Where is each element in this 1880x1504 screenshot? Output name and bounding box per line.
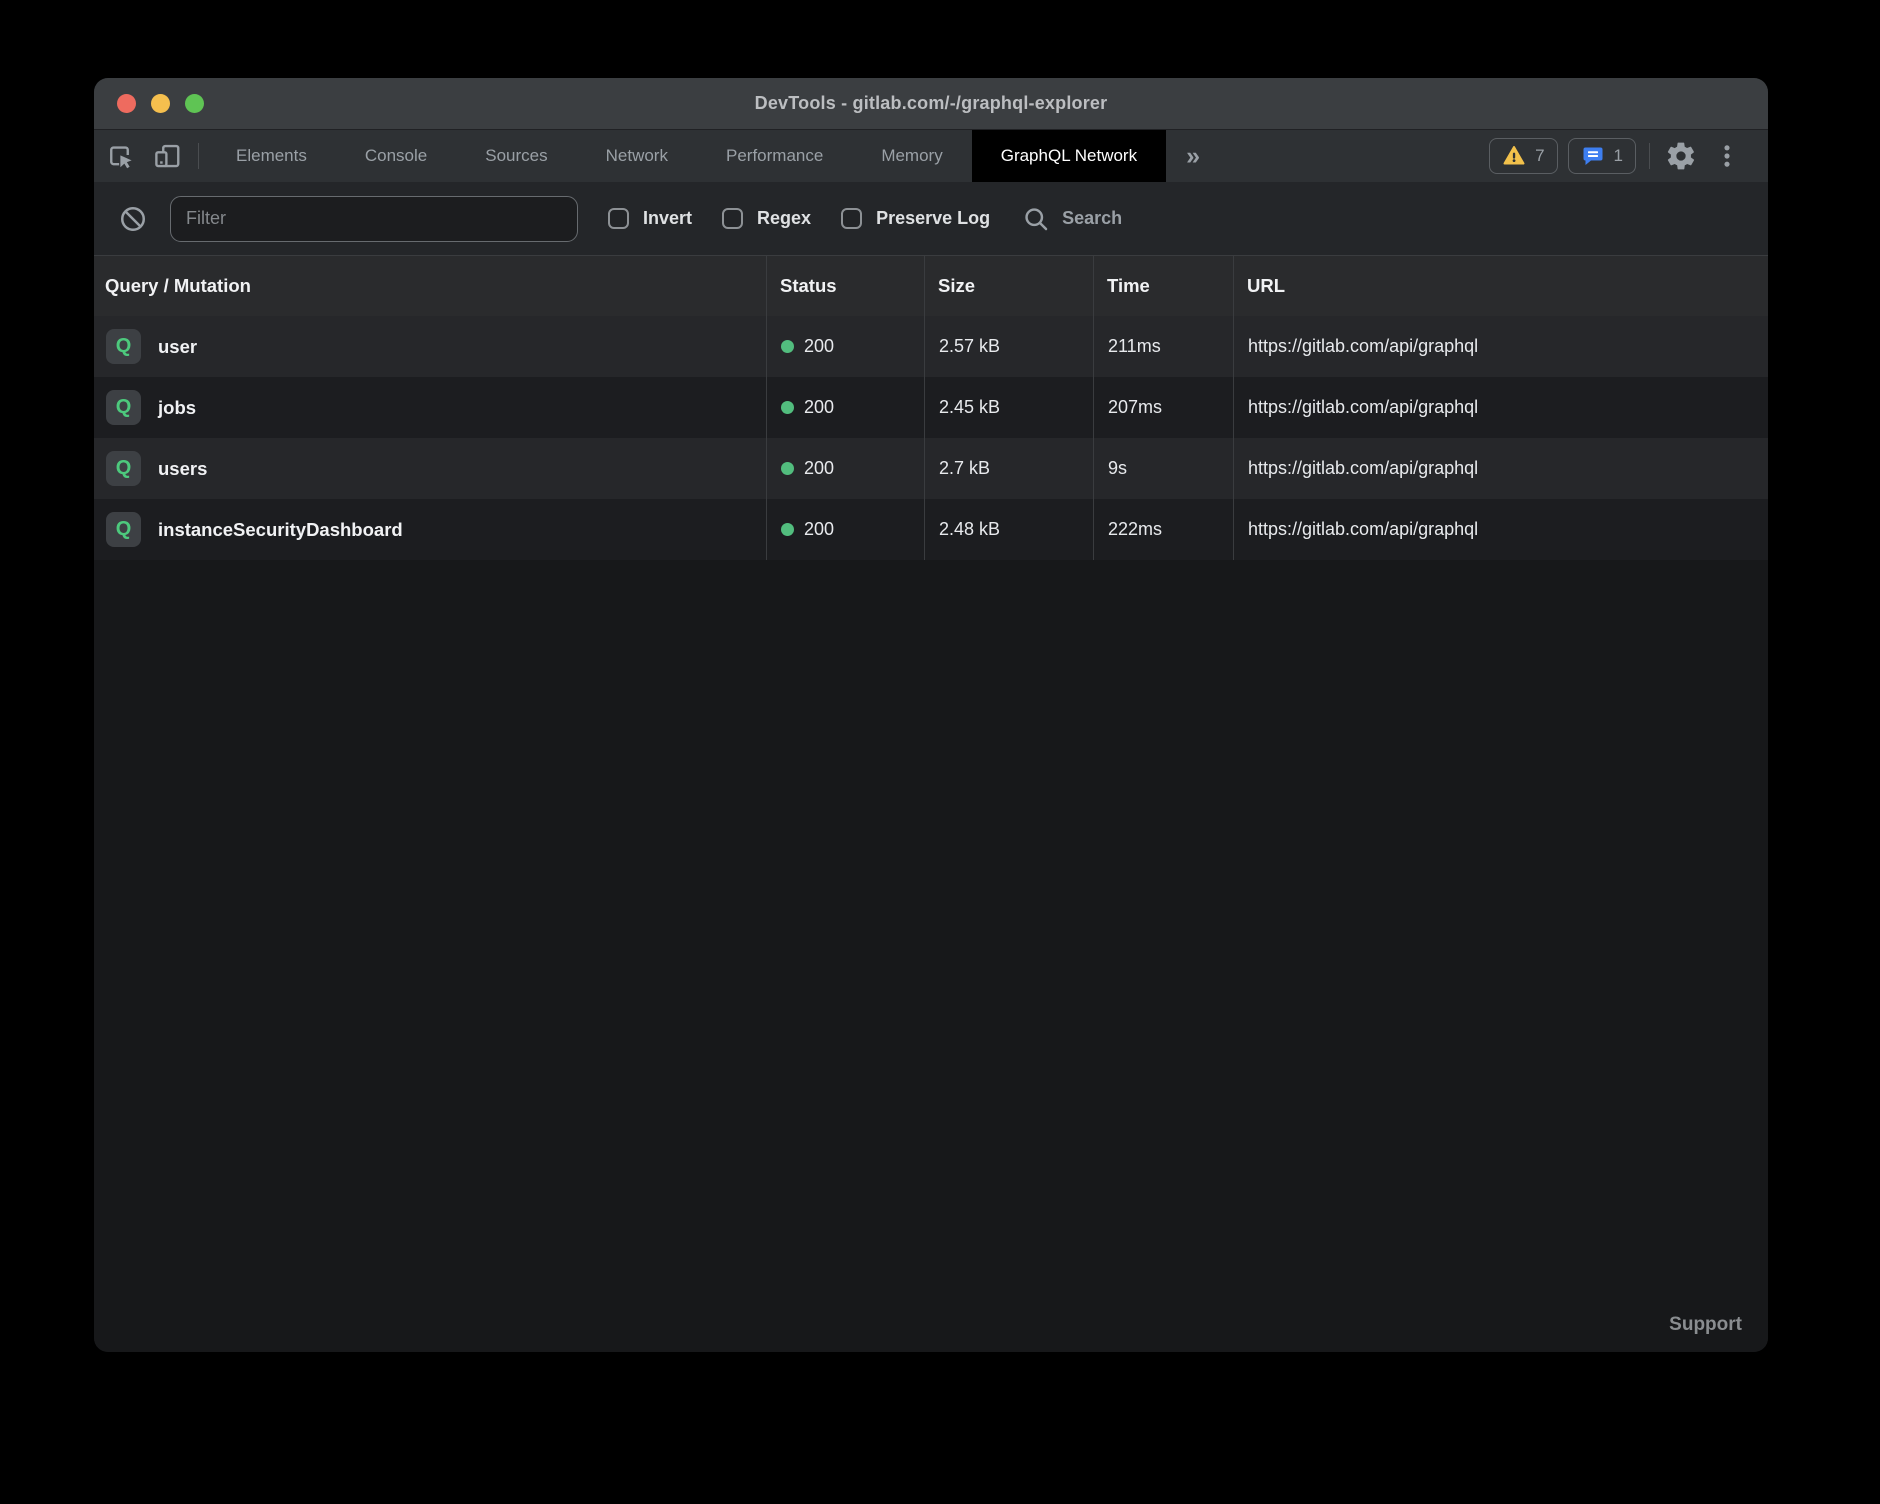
status-code: 200 xyxy=(804,397,834,418)
tab-graphql-network[interactable]: GraphQL Network xyxy=(972,130,1166,182)
search-control[interactable]: Search xyxy=(1022,205,1122,233)
kebab-menu-icon[interactable] xyxy=(1704,130,1750,182)
tab-network[interactable]: Network xyxy=(577,130,697,182)
query-type-badge: Q xyxy=(106,329,141,364)
response-size: 2.7 kB xyxy=(924,438,1093,499)
response-size: 2.48 kB xyxy=(924,499,1093,560)
regex-checkbox[interactable] xyxy=(722,208,743,229)
preserve-log-label: Preserve Log xyxy=(876,208,990,229)
tab-performance[interactable]: Performance xyxy=(697,130,852,182)
query-name: instanceSecurityDashboard xyxy=(158,519,403,541)
table-row[interactable]: Q jobs 200 2.45 kB 207ms https://gitlab.… xyxy=(94,377,1768,438)
minimize-window-button[interactable] xyxy=(151,94,170,113)
invert-checkbox-group[interactable]: Invert xyxy=(608,208,692,229)
response-size: 2.45 kB xyxy=(924,377,1093,438)
filter-input[interactable] xyxy=(170,196,578,242)
status-ok-dot xyxy=(781,523,794,536)
query-name: users xyxy=(158,458,207,480)
response-time: 207ms xyxy=(1093,377,1233,438)
tab-memory[interactable]: Memory xyxy=(852,130,971,182)
support-link[interactable]: Support xyxy=(1669,1314,1742,1336)
filter-toolbar: Invert Regex Preserve Log Search xyxy=(94,182,1768,256)
response-time: 211ms xyxy=(1093,316,1233,377)
warning-icon xyxy=(1502,144,1526,168)
tab-console[interactable]: Console xyxy=(336,130,456,182)
column-header-size[interactable]: Size xyxy=(924,256,1093,316)
column-header-status[interactable]: Status xyxy=(766,256,924,316)
query-name: user xyxy=(158,336,197,358)
status-code: 200 xyxy=(804,519,834,540)
issue-bubble-icon xyxy=(1581,144,1605,168)
status-code: 200 xyxy=(804,336,834,357)
toolbar-separator xyxy=(198,143,199,169)
search-icon xyxy=(1022,205,1050,233)
invert-label: Invert xyxy=(643,208,692,229)
status-ok-dot xyxy=(781,462,794,475)
table-row[interactable]: Q user 200 2.57 kB 211ms https://gitlab.… xyxy=(94,316,1768,377)
preserve-log-checkbox[interactable] xyxy=(841,208,862,229)
tab-bar-spacer xyxy=(1220,130,1484,182)
issues-count: 1 xyxy=(1614,146,1623,166)
warnings-badge[interactable]: 7 xyxy=(1489,138,1557,174)
controls-separator xyxy=(1649,143,1650,169)
status-code: 200 xyxy=(804,458,834,479)
close-window-button[interactable] xyxy=(117,94,136,113)
query-type-badge: Q xyxy=(106,390,141,425)
request-url: https://gitlab.com/api/graphql xyxy=(1233,499,1768,560)
query-name: jobs xyxy=(158,397,196,419)
tab-elements[interactable]: Elements xyxy=(207,130,336,182)
issues-badge[interactable]: 1 xyxy=(1568,138,1636,174)
window-title: DevTools - gitlab.com/-/graphql-explorer xyxy=(755,93,1108,114)
search-label: Search xyxy=(1062,208,1122,229)
regex-checkbox-group[interactable]: Regex xyxy=(722,208,811,229)
column-header-query-mutation[interactable]: Query / Mutation xyxy=(94,256,766,316)
request-url: https://gitlab.com/api/graphql xyxy=(1233,377,1768,438)
query-type-badge: Q xyxy=(106,512,141,547)
traffic-lights xyxy=(117,78,204,129)
response-size: 2.57 kB xyxy=(924,316,1093,377)
devtools-window: DevTools - gitlab.com/-/graphql-explorer… xyxy=(94,78,1768,1352)
warnings-count: 7 xyxy=(1535,146,1544,166)
device-toolbar-icon[interactable] xyxy=(144,130,190,182)
status-ok-dot xyxy=(781,401,794,414)
table-row[interactable]: Q instanceSecurityDashboard 200 2.48 kB … xyxy=(94,499,1768,560)
tab-sources[interactable]: Sources xyxy=(456,130,576,182)
request-url: https://gitlab.com/api/graphql xyxy=(1233,316,1768,377)
table-row[interactable]: Q users 200 2.7 kB 9s https://gitlab.com… xyxy=(94,438,1768,499)
column-header-time[interactable]: Time xyxy=(1093,256,1233,316)
response-time: 9s xyxy=(1093,438,1233,499)
column-header-url[interactable]: URL xyxy=(1233,256,1768,316)
empty-results-area: Support xyxy=(94,560,1768,1352)
zoom-window-button[interactable] xyxy=(185,94,204,113)
status-ok-dot xyxy=(781,340,794,353)
settings-gear-icon[interactable] xyxy=(1658,130,1704,182)
title-bar: DevTools - gitlab.com/-/graphql-explorer xyxy=(94,78,1768,130)
preserve-log-checkbox-group[interactable]: Preserve Log xyxy=(841,208,990,229)
clear-block-icon[interactable] xyxy=(118,204,148,234)
tab-bar-right-controls: 7 1 xyxy=(1484,130,1768,182)
response-time: 222ms xyxy=(1093,499,1233,560)
devtools-tab-bar: Elements Console Sources Network Perform… xyxy=(94,130,1768,182)
regex-label: Regex xyxy=(757,208,811,229)
query-type-badge: Q xyxy=(106,451,141,486)
request-url: https://gitlab.com/api/graphql xyxy=(1233,438,1768,499)
more-tabs-icon[interactable]: » xyxy=(1166,130,1220,182)
inspect-element-icon[interactable] xyxy=(98,130,144,182)
invert-checkbox[interactable] xyxy=(608,208,629,229)
table-header: Query / Mutation Status Size Time URL xyxy=(94,256,1768,316)
